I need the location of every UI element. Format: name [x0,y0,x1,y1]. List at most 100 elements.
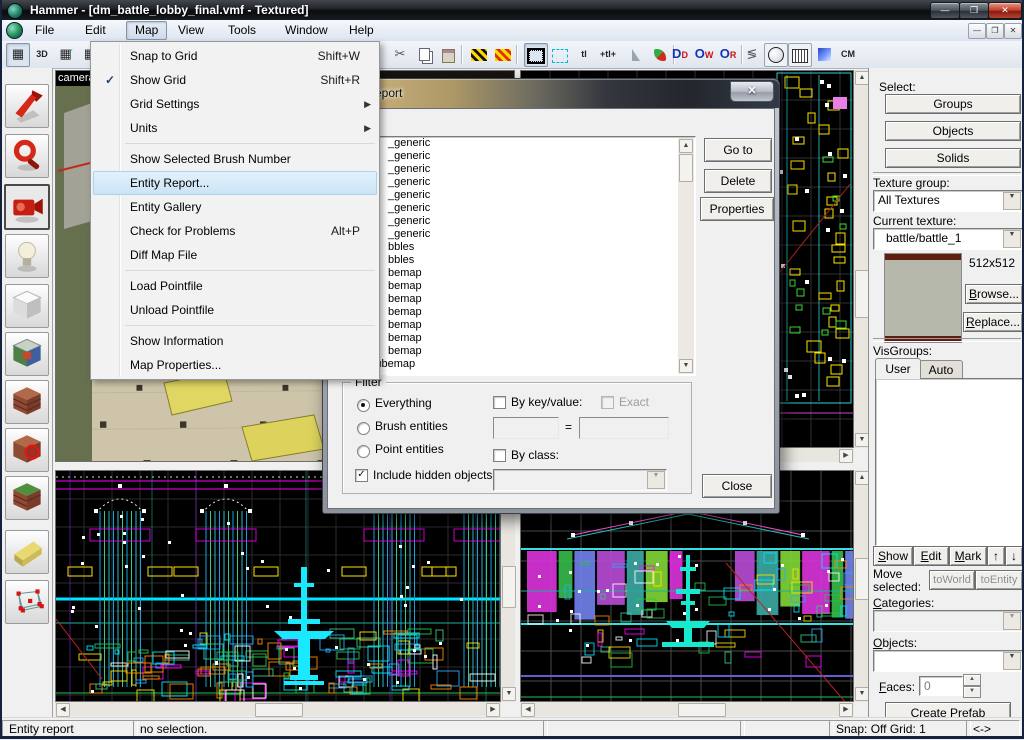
sphere-icon[interactable] [764,43,788,67]
entity-list-item[interactable]: bemap [343,280,695,293]
path-tool-icon[interactable]: ≶ [740,43,764,67]
window-close-button[interactable]: ✕ [988,2,1022,19]
scroll-up-icon[interactable]: ▲ [855,471,869,485]
grid-smaller-icon[interactable]: ▦- [54,43,78,67]
menu-item-check-for-problems[interactable]: Check for ProblemsAlt+P [93,219,377,243]
scroll-right-icon[interactable]: ▶ [839,449,853,463]
menu-tools[interactable]: Tools [219,21,265,40]
block-tool[interactable] [5,284,49,328]
menu-item-grid-settings[interactable]: Grid Settings▶ [93,92,377,116]
marquee-icon[interactable] [548,43,572,67]
menu-bar[interactable]: FileEditMapViewToolsWindowHelp —❐✕ [0,20,1024,42]
selection-handles-icon[interactable] [524,43,548,67]
include-hidden-checkbox[interactable]: ✓ [355,469,368,482]
selection-tool[interactable] [5,84,49,128]
value-input[interactable] [579,417,669,439]
entity-list-item[interactable]: bbles [343,254,695,267]
grid-3d-icon[interactable]: 3D [30,43,54,67]
scrollbar-thumb[interactable] [502,566,516,608]
toworld-button[interactable]: toWorld [929,570,975,590]
move-up-icon[interactable]: ↑ [987,546,1005,566]
entity-list-item[interactable]: _generic [343,163,695,176]
chevron-down-icon[interactable]: ▼ [1003,192,1021,210]
entity-list-item[interactable]: bemap [343,267,695,280]
mdi-restore-button[interactable]: ❐ [986,23,1004,39]
visgroup-mark-button[interactable]: Mark [949,546,987,566]
scroll-right-icon[interactable]: ▶ [839,703,853,717]
clipping-tool[interactable] [5,530,49,574]
entity-list-item[interactable]: _generic [343,150,695,163]
grid-toggle-icon[interactable]: ▦ [6,43,30,67]
entity-list-item[interactable]: bemap [343,306,695,319]
faces-input[interactable]: 0 [919,676,963,696]
chevron-down-icon[interactable]: ▼ [647,471,665,489]
delete-button[interactable]: Delete [704,169,772,193]
replace-button[interactable]: Replace... [963,312,1023,332]
chevron-down-icon[interactable]: ▼ [1003,230,1021,248]
menu-item-show-information[interactable]: Show Information [93,329,377,353]
menu-map[interactable]: Map [126,21,167,40]
vertical-scrollbar[interactable]: ▲▼ [854,470,868,702]
texture-group-combo[interactable]: All Textures ▼ [873,190,1023,212]
tab-auto[interactable]: Auto [919,360,963,379]
texture-application-tool[interactable] [5,332,49,376]
scrollbar-thumb[interactable] [855,270,869,318]
entity-list-item[interactable]: _generic [343,137,695,150]
scrollbar-thumb[interactable] [678,703,726,717]
scroll-down-icon[interactable]: ▼ [855,433,869,447]
entity-list-item[interactable]: bemap [343,345,695,358]
scroll-up-icon[interactable]: ▲ [855,71,869,85]
spinner-down-icon[interactable]: ▼ [963,686,981,698]
title-bar[interactable]: Hammer - [dm_battle_lobby_final.vmf - Te… [0,0,1024,20]
entity-report-dialog[interactable]: Entity Report ✕ _generic_generic_generic… [322,78,780,514]
menu-item-show-grid[interactable]: ✓Show GridShift+R [93,68,377,92]
entity-list-item[interactable]: _generic [343,215,695,228]
select-objects-button[interactable]: Objects [885,121,1021,141]
current-texture-combo[interactable]: battle/battle_1 ▼ [873,228,1023,250]
select-solids-button[interactable]: Solids [885,148,1021,168]
menu-item-diff-map-file[interactable]: Diff Map File [93,243,377,267]
objects-combo[interactable]: ▼ [873,650,1023,672]
vertex-tool[interactable] [5,580,49,624]
overlay-tool[interactable] [5,476,49,520]
vertical-scrollbar[interactable]: ▲▼ [854,70,868,448]
radio-everything[interactable] [357,399,370,412]
scroll-left-icon[interactable]: ◀ [56,703,70,717]
apply-current-texture-tool[interactable] [5,380,49,424]
menu-file[interactable]: File [26,21,63,40]
scroll-up-icon[interactable]: ▲ [679,139,693,153]
entity-list-item[interactable]: bemap [343,319,695,332]
menu-help[interactable]: Help [340,21,383,40]
entity-list-item[interactable]: bemap [343,293,695,306]
hatch-window-icon[interactable] [788,43,812,67]
menu-view[interactable]: View [169,21,213,40]
scroll-down-icon[interactable]: ▼ [855,687,869,701]
radio-brush-entities[interactable] [357,422,370,435]
menu-item-entity-report[interactable]: Entity Report... [93,171,377,195]
menu-item-map-properties[interactable]: Map Properties... [93,353,377,377]
chevron-down-icon[interactable]: ▼ [1003,652,1021,670]
entity-list-item[interactable]: bemap [343,332,695,345]
visgroup-show-button[interactable]: Show [873,546,913,566]
cm-icon[interactable]: CM [836,43,860,67]
entity-list-item[interactable]: _generic [343,202,695,215]
class-combo[interactable]: ▼ [493,469,667,491]
displacement-icon[interactable] [812,43,836,67]
menu-item-unload-pointfile[interactable]: Unload Pointfile [93,298,377,322]
by-keyvalue-checkbox[interactable] [493,396,506,409]
scroll-left-icon[interactable]: ◀ [521,703,535,717]
visgroups-list[interactable] [875,378,1023,546]
horizontal-scrollbar[interactable]: ◀▶ [55,702,501,716]
spinner-up-icon[interactable]: ▲ [963,674,981,686]
move-down-icon[interactable]: ↓ [1005,546,1023,566]
goto-button[interactable]: Go to [704,138,772,162]
horizontal-scrollbar[interactable]: ◀▶ [520,702,854,716]
tool-palette[interactable] [0,68,53,717]
entity-list-scrollbar[interactable]: ▲ ▼ [678,138,694,374]
categories-combo[interactable]: ▼ [873,610,1023,632]
run-or-icon[interactable]: OR [716,43,740,67]
magnify-tool[interactable] [5,134,49,178]
dialog-close-icon[interactable]: ✕ [730,81,774,102]
paste-icon[interactable] [436,43,460,67]
clip-tool-icon[interactable] [624,43,648,67]
